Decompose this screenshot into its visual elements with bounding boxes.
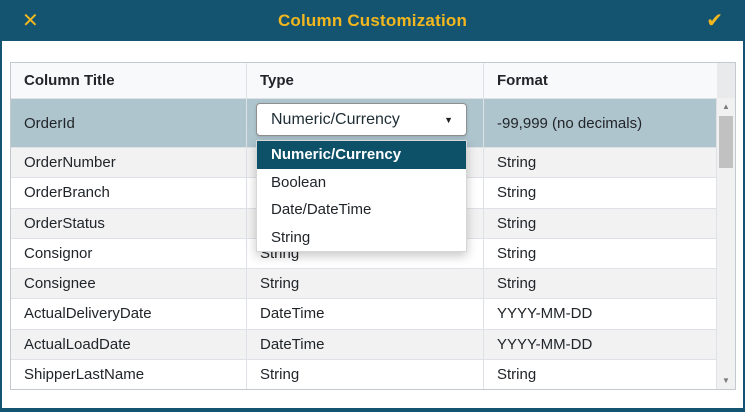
dropdown-option[interactable]: Date/DateTime xyxy=(257,196,466,224)
column-header-format: Format xyxy=(497,72,548,89)
type-options-list: Numeric/Currency Boolean Date/DateTime Stri… xyxy=(256,140,467,252)
row-type-cell: DateTime xyxy=(247,329,484,359)
column-header-title: Column Title xyxy=(11,63,247,98)
row-format-cell: -99,999 (no decimals) xyxy=(484,99,717,147)
row-title-cell: ShipperLastName xyxy=(11,359,247,389)
dialog-title: Column Customization xyxy=(277,10,468,30)
row-type-cell: String xyxy=(247,359,484,389)
chevron-down-icon: ▼ xyxy=(444,114,453,125)
row-format-cell: String xyxy=(484,178,717,208)
table-row[interactable]: Consignee String String xyxy=(11,268,717,299)
column-header-type: Type xyxy=(247,63,484,98)
row-type-cell: String xyxy=(247,269,484,299)
table-row[interactable]: ActualDeliveryDate DateTime YYYY-MM-DD xyxy=(11,298,717,329)
dropdown-option[interactable]: String xyxy=(257,224,466,252)
row-title-cell: OrderBranch xyxy=(11,178,247,208)
row-title-cell: OrderId xyxy=(11,99,247,147)
column-customization-dialog: ✕ Column Customization ✔ Column Title Ty… xyxy=(0,0,745,412)
row-format-cell: YYYY-MM-DD xyxy=(484,329,717,359)
row-title-cell: Consignor xyxy=(11,238,247,268)
table-header-row: Column Title Type Format xyxy=(11,63,735,98)
row-format-cell: String xyxy=(484,208,717,238)
row-format-cell: String xyxy=(484,269,717,299)
row-title-cell: ActualLoadDate xyxy=(11,329,247,359)
row-title-cell: Consignee xyxy=(11,269,247,299)
scrollbar-thumb[interactable] xyxy=(719,116,733,168)
row-type-cell: DateTime xyxy=(247,299,484,329)
row-title-cell: OrderNumber xyxy=(11,148,247,178)
confirm-icon[interactable]: ✔ xyxy=(706,11,723,31)
scrollbar-up-icon[interactable]: ▲ xyxy=(717,98,735,115)
dialog-content: Column Title Type Format OrderId -99,999 … xyxy=(2,41,743,408)
type-select-value: Numeric/Currency xyxy=(271,110,400,128)
row-format-cell: String xyxy=(484,148,717,178)
row-title-cell: OrderStatus xyxy=(11,208,247,238)
table-row[interactable]: ActualLoadDate DateTime YYYY-MM-DD xyxy=(11,328,717,359)
dropdown-option[interactable]: Numeric/Currency xyxy=(257,141,466,169)
close-icon[interactable]: ✕ xyxy=(22,11,39,31)
table-row[interactable]: ShipperLastName String String xyxy=(11,358,717,389)
row-format-cell: String xyxy=(484,238,717,268)
row-title-cell: ActualDeliveryDate xyxy=(11,299,247,329)
row-format-cell: YYYY-MM-DD xyxy=(484,299,717,329)
type-select[interactable]: Numeric/Currency ▼ xyxy=(256,103,467,136)
dropdown-option[interactable]: Boolean xyxy=(257,169,466,197)
row-format-cell: String xyxy=(484,359,717,389)
scrollbar-down-icon[interactable]: ▼ xyxy=(717,372,735,389)
scrollbar-corner xyxy=(717,63,735,98)
vertical-scrollbar[interactable]: ▲ ▼ xyxy=(717,98,735,389)
dialog-titlebar: ✕ Column Customization ✔ xyxy=(0,0,745,41)
